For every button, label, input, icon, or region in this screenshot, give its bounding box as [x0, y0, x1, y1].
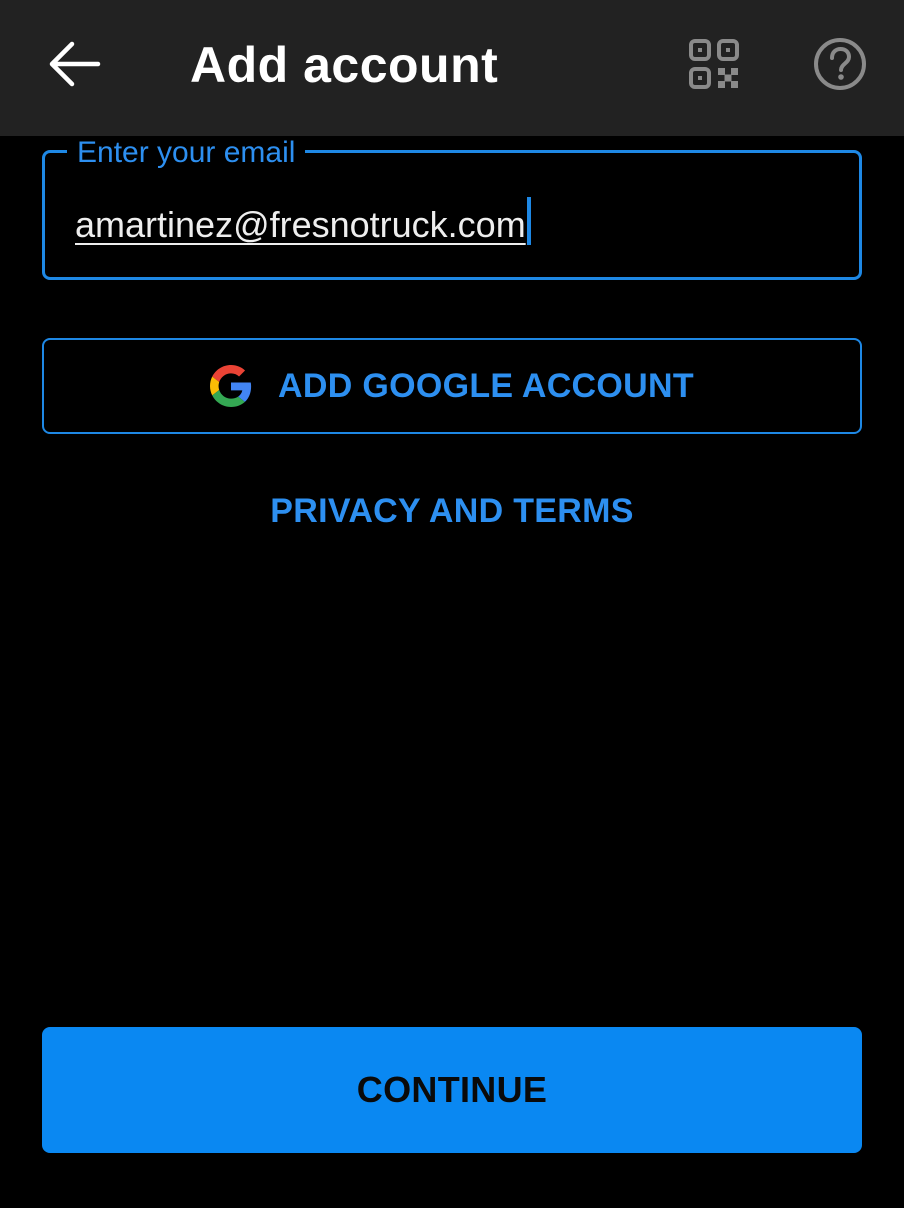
arrow-left-icon: [49, 41, 101, 87]
privacy-and-terms-link[interactable]: PRIVACY AND TERMS: [0, 492, 904, 531]
text-cursor: [526, 197, 531, 245]
add-google-account-label: ADD GOOGLE ACCOUNT: [278, 366, 694, 405]
page-title: Add account: [190, 37, 499, 93]
app-bar: Add account: [0, 0, 904, 136]
help-circle-icon: [814, 38, 866, 90]
continue-label: CONTINUE: [356, 1069, 548, 1110]
continue-button[interactable]: CONTINUE: [42, 1027, 862, 1153]
email-field-label: Enter your email: [67, 137, 306, 169]
add-account-screen: Add account Enter your email amartinez@f…: [0, 0, 904, 1208]
qr-scan-button[interactable]: [684, 34, 744, 94]
help-button[interactable]: [810, 34, 870, 94]
email-field[interactable]: Enter your email amartinez@fresnotruck.c…: [42, 137, 862, 280]
email-value-text: amartinez@fresnotruck.com: [75, 204, 526, 245]
email-input[interactable]: amartinez@fresnotruck.com: [75, 197, 531, 247]
qr-code-icon: [689, 39, 739, 89]
back-button[interactable]: [40, 30, 108, 98]
google-logo-icon: [210, 365, 252, 407]
add-google-account-button[interactable]: ADD GOOGLE ACCOUNT: [42, 338, 862, 434]
